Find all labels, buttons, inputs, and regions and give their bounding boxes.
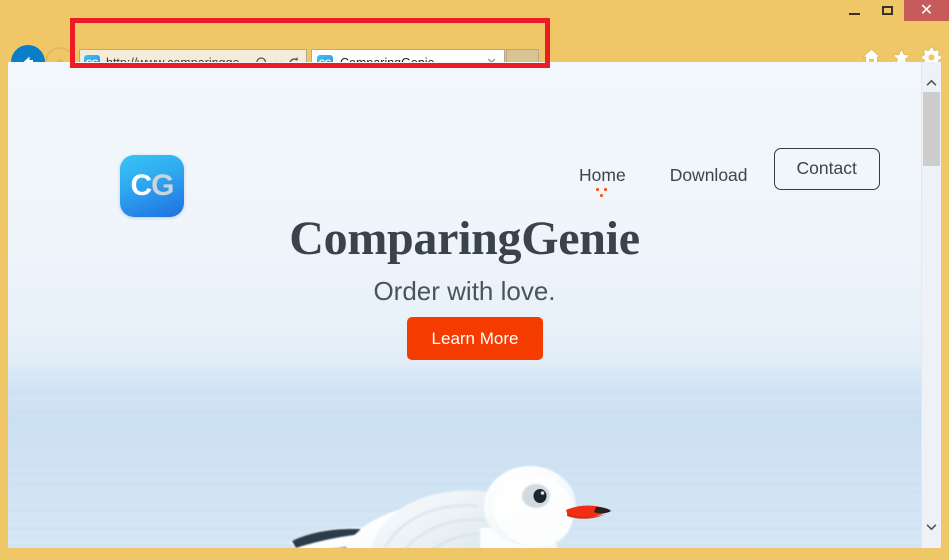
logo-letter-c: C: [130, 169, 152, 202]
nav-home-label: Home: [579, 165, 626, 185]
scrollbar-thumb[interactable]: [923, 92, 940, 166]
window-controls: ✕: [838, 0, 949, 22]
seagull-photo: [290, 466, 611, 548]
page-subtitle: Order with love.: [373, 276, 556, 306]
maximize-button[interactable]: [871, 0, 904, 21]
page-viewport: CG Home Download Contact ComparingGenie …: [8, 62, 941, 548]
close-window-button[interactable]: ✕: [904, 0, 949, 21]
close-icon: ✕: [919, 1, 934, 19]
learn-more-button[interactable]: Learn More: [407, 317, 543, 360]
logo-letter-g: G: [151, 169, 174, 202]
site-logo-text: CG: [130, 169, 174, 202]
maximize-icon: [882, 6, 893, 15]
site-logo[interactable]: CG: [120, 155, 184, 217]
nav-item-download[interactable]: Download: [670, 157, 748, 186]
nav-download-label: Download: [669, 165, 748, 185]
scroll-up-arrow-icon[interactable]: [922, 73, 941, 92]
nav-item-contact[interactable]: Contact: [773, 148, 880, 190]
minimize-icon: [849, 12, 860, 15]
page-scrollbar[interactable]: [921, 62, 941, 548]
scroll-down-arrow-icon[interactable]: [922, 517, 941, 536]
browser-toolbar: CG http://www.comparingge...: [0, 22, 949, 79]
title-bar: ✕: [0, 0, 949, 22]
nav-contact-label: Contact: [796, 158, 857, 178]
site-navigation: Home Download Contact: [568, 148, 880, 207]
web-page-content: CG Home Download Contact ComparingGenie …: [8, 62, 921, 548]
page-title: ComparingGenie: [289, 212, 640, 265]
nav-item-home[interactable]: Home: [579, 157, 626, 197]
active-indicator-dots-icon: [593, 188, 611, 199]
minimize-button[interactable]: [838, 0, 871, 21]
browser-window: ✕ CG http://www.comparingge...: [0, 0, 949, 560]
